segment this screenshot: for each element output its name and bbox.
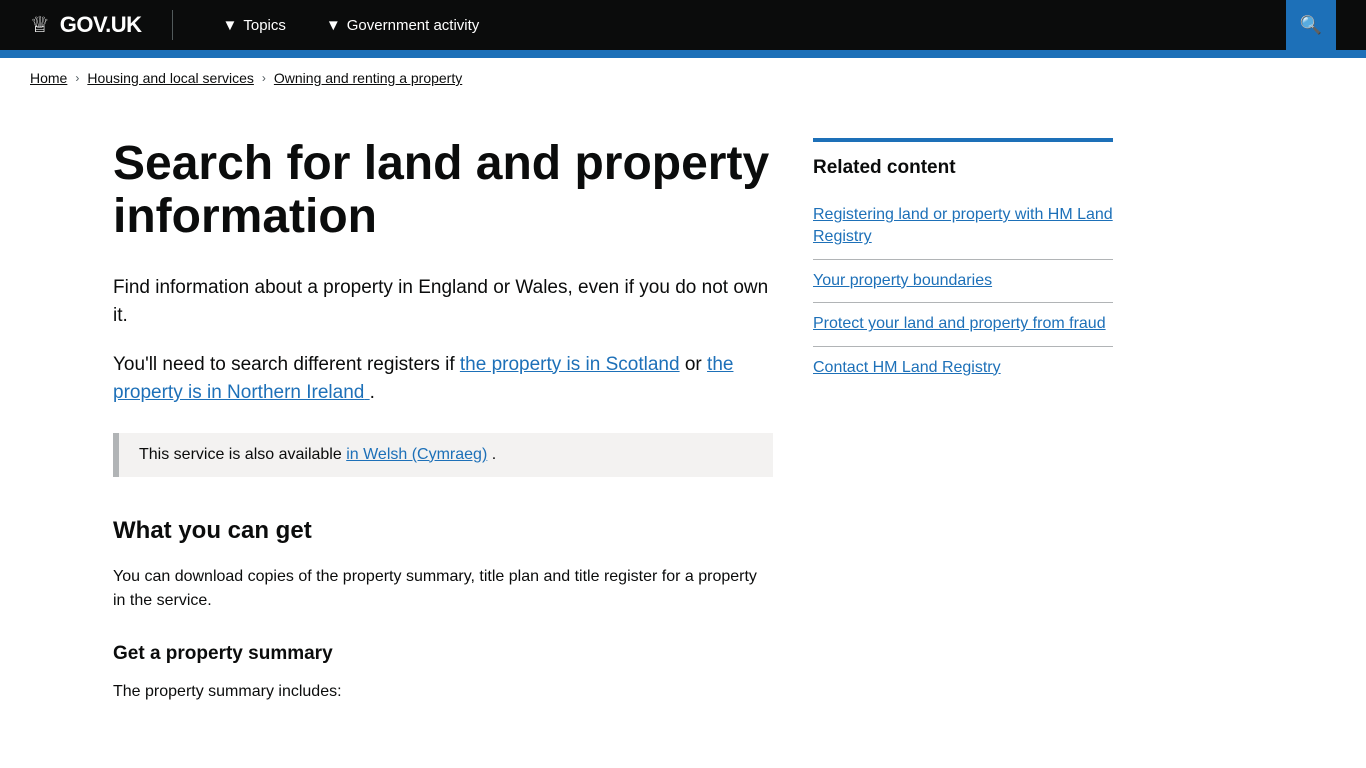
government-activity-nav-item[interactable]: ▼ Government activity: [306, 0, 499, 50]
welsh-note-before: This service is also available: [139, 446, 346, 463]
property-summary-heading: Get a property summary: [113, 643, 773, 665]
government-activity-label: Government activity: [347, 17, 480, 34]
registers-text-after: .: [370, 382, 375, 403]
registers-paragraph: You'll need to search different register…: [113, 351, 773, 408]
search-icon: 🔍: [1300, 15, 1322, 36]
topics-label: Topics: [243, 17, 286, 34]
related-link-item-1: Registering land or property with HM Lan…: [813, 194, 1113, 259]
welsh-note-after: .: [492, 446, 496, 463]
breadcrumb: Home › Housing and local services › Owni…: [0, 58, 1366, 98]
related-links-list: Registering land or property with HM Lan…: [813, 194, 1113, 389]
related-link-3[interactable]: Protect your land and property from frau…: [813, 315, 1106, 332]
property-summary-text: The property summary includes:: [113, 680, 773, 704]
logo-text: GOV.UK: [60, 12, 142, 38]
chevron-down-icon-2: ▼: [326, 17, 341, 34]
welsh-note-text: This service is also available in Welsh …: [139, 443, 753, 467]
what-you-can-get-text: You can download copies of the property …: [113, 565, 773, 613]
what-you-can-get-heading: What you can get: [113, 517, 773, 545]
sidebar: Related content Registering land or prop…: [813, 138, 1113, 719]
search-button[interactable]: 🔍: [1286, 0, 1336, 50]
breadcrumb-owning[interactable]: Owning and renting a property: [274, 70, 462, 86]
blue-accent-bar: [0, 50, 1366, 58]
related-content-box: Related content Registering land or prop…: [813, 138, 1113, 389]
topics-nav-item[interactable]: ▼ Topics: [203, 0, 306, 50]
welsh-link[interactable]: in Welsh (Cymraeg): [346, 446, 487, 463]
scotland-link[interactable]: the property is in Scotland: [460, 354, 680, 375]
related-link-4[interactable]: Contact HM Land Registry: [813, 359, 1001, 376]
breadcrumb-housing[interactable]: Housing and local services: [87, 70, 254, 86]
breadcrumb-separator-1: ›: [75, 71, 79, 85]
breadcrumb-home[interactable]: Home: [30, 70, 67, 86]
gov-uk-logo[interactable]: ♕ GOV.UK: [30, 12, 142, 38]
related-link-item-2: Your property boundaries: [813, 259, 1113, 302]
main-content: Search for land and property information…: [113, 98, 773, 719]
welsh-note-box: This service is also available in Welsh …: [113, 433, 773, 477]
related-link-2[interactable]: Your property boundaries: [813, 272, 992, 289]
header-divider: [172, 10, 173, 40]
registers-text-middle: or: [685, 354, 707, 375]
page-title: Search for land and property information: [113, 138, 773, 244]
related-link-1[interactable]: Registering land or property with HM Lan…: [813, 206, 1113, 245]
related-link-item-4: Contact HM Land Registry: [813, 346, 1113, 389]
related-link-item-3: Protect your land and property from frau…: [813, 302, 1113, 345]
breadcrumb-separator-2: ›: [262, 71, 266, 85]
intro-paragraph: Find information about a property in Eng…: [113, 274, 773, 331]
related-heading: Related content: [813, 157, 1113, 179]
main-nav: ▼ Topics ▼ Government activity: [203, 0, 1286, 50]
crown-icon: ♕: [30, 12, 50, 38]
site-header: ♕ GOV.UK ▼ Topics ▼ Government activity …: [0, 0, 1366, 50]
chevron-down-icon: ▼: [223, 17, 238, 34]
main-wrapper: Search for land and property information…: [83, 98, 1283, 719]
registers-text-before: You'll need to search different register…: [113, 354, 460, 375]
